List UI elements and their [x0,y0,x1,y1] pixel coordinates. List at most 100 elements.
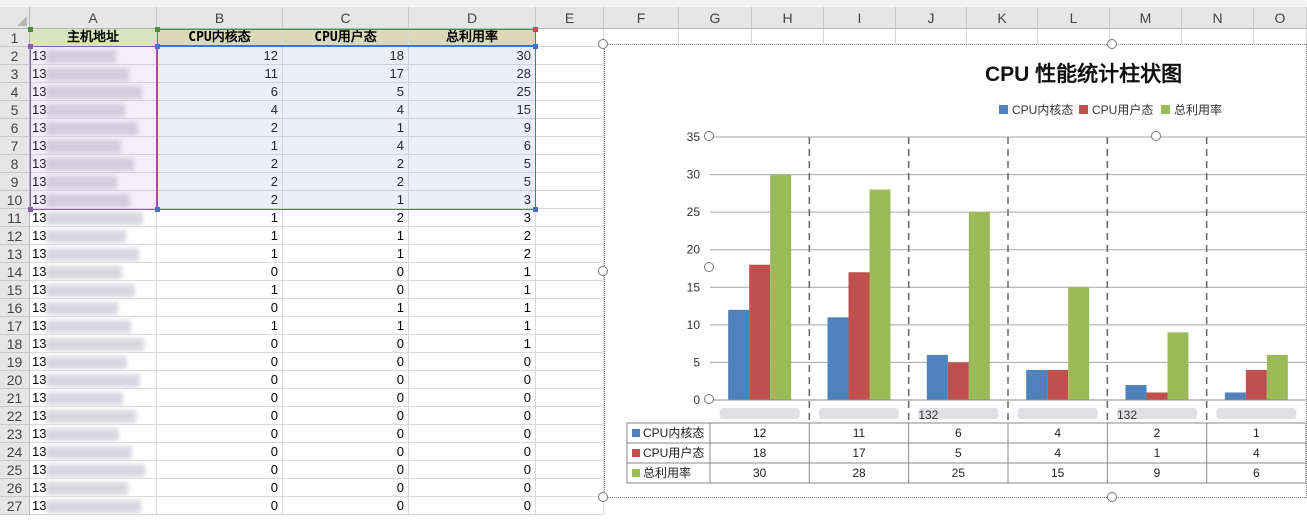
column-header[interactable]: N [1182,7,1254,29]
empty-cell[interactable] [536,83,604,101]
empty-cell[interactable] [536,209,604,227]
host-address-cell[interactable]: 13 [30,173,157,191]
data-cell[interactable]: 0 [409,443,536,461]
header-cell[interactable]: 主机地址 [30,29,157,47]
data-cell[interactable]: 5 [409,173,536,191]
data-cell[interactable]: 0 [283,371,409,389]
data-cell[interactable]: 1 [409,263,536,281]
select-all-corner[interactable] [0,7,30,29]
empty-cell[interactable] [536,245,604,263]
data-cell[interactable]: 1 [409,299,536,317]
host-address-cell[interactable]: 13 [30,425,157,443]
data-cell[interactable]: 1 [409,317,536,335]
range-handle[interactable] [28,44,33,49]
data-cell[interactable]: 1 [283,245,409,263]
data-cell[interactable]: 0 [157,461,283,479]
empty-cell[interactable] [536,335,604,353]
empty-cell[interactable] [536,407,604,425]
data-cell[interactable]: 30 [409,47,536,65]
data-cell[interactable]: 3 [409,191,536,209]
row-header[interactable]: 1 [0,29,30,47]
data-cell[interactable]: 1 [157,227,283,245]
data-cell[interactable]: 1 [409,335,536,353]
data-cell[interactable]: 0 [283,281,409,299]
row-header[interactable]: 21 [0,389,30,407]
data-cell[interactable]: 2 [157,191,283,209]
data-cell[interactable]: 15 [409,101,536,119]
plot-area-handle[interactable] [704,394,714,404]
data-cell[interactable]: 0 [157,443,283,461]
data-cell[interactable]: 0 [283,497,409,515]
empty-cell[interactable] [536,281,604,299]
data-cell[interactable]: 0 [283,407,409,425]
empty-cell[interactable] [536,65,604,83]
chart-resize-handle[interactable] [1107,39,1117,49]
data-cell[interactable]: 0 [157,497,283,515]
column-header[interactable]: K [967,7,1038,29]
plot-area-handle[interactable] [704,262,714,272]
data-cell[interactable]: 0 [157,353,283,371]
range-handle[interactable] [28,27,33,32]
row-header[interactable]: 14 [0,263,30,281]
host-address-cell[interactable]: 13 [30,407,157,425]
host-address-cell[interactable]: 13 [30,335,157,353]
data-cell[interactable]: 0 [157,425,283,443]
empty-cell[interactable] [536,155,604,173]
column-header[interactable]: H [752,7,824,29]
data-cell[interactable]: 0 [283,461,409,479]
row-header[interactable]: 7 [0,137,30,155]
empty-cell[interactable] [536,389,604,407]
row-header[interactable]: 17 [0,317,30,335]
data-cell[interactable]: 1 [283,191,409,209]
data-cell[interactable]: 1 [283,299,409,317]
empty-cell[interactable] [536,29,604,47]
data-cell[interactable]: 11 [157,65,283,83]
host-address-cell[interactable]: 13 [30,263,157,281]
column-header[interactable]: L [1038,7,1110,29]
host-address-cell[interactable]: 13 [30,83,157,101]
data-cell[interactable]: 0 [157,371,283,389]
data-cell[interactable]: 0 [283,479,409,497]
host-address-cell[interactable]: 13 [30,299,157,317]
row-header[interactable]: 8 [0,155,30,173]
data-cell[interactable]: 0 [409,389,536,407]
host-address-cell[interactable]: 13 [30,227,157,245]
row-header[interactable]: 12 [0,227,30,245]
data-cell[interactable]: 0 [409,425,536,443]
data-cell[interactable]: 4 [157,101,283,119]
data-cell[interactable]: 0 [409,353,536,371]
data-cell[interactable]: 12 [157,47,283,65]
empty-cell[interactable] [536,425,604,443]
row-header[interactable]: 4 [0,83,30,101]
data-cell[interactable]: 17 [283,65,409,83]
header-cell[interactable]: CPU内核态 [157,29,283,47]
row-header[interactable]: 24 [0,443,30,461]
row-header[interactable]: 18 [0,335,30,353]
host-address-cell[interactable]: 13 [30,191,157,209]
chart-resize-handle[interactable] [598,492,608,502]
empty-cell[interactable] [536,353,604,371]
data-cell[interactable]: 2 [283,173,409,191]
data-cell[interactable]: 18 [283,47,409,65]
row-header[interactable]: 11 [0,209,30,227]
chart-resize-handle[interactable] [598,39,608,49]
data-cell[interactable]: 0 [157,335,283,353]
data-cell[interactable]: 0 [157,263,283,281]
column-header[interactable]: E [536,7,604,29]
header-cell[interactable]: 总利用率 [409,29,536,47]
data-cell[interactable]: 9 [409,119,536,137]
data-cell[interactable]: 0 [157,299,283,317]
row-header[interactable]: 16 [0,299,30,317]
data-cell[interactable]: 1 [283,119,409,137]
empty-cell[interactable] [536,371,604,389]
data-cell[interactable]: 4 [283,137,409,155]
row-header[interactable]: 20 [0,371,30,389]
empty-cell[interactable] [536,119,604,137]
column-header[interactable]: M [1110,7,1182,29]
column-header[interactable]: O [1254,7,1307,29]
empty-cell[interactable] [536,299,604,317]
data-cell[interactable]: 1 [283,227,409,245]
data-cell[interactable]: 6 [157,83,283,101]
host-address-cell[interactable]: 13 [30,371,157,389]
header-cell[interactable]: CPU用户态 [283,29,409,47]
